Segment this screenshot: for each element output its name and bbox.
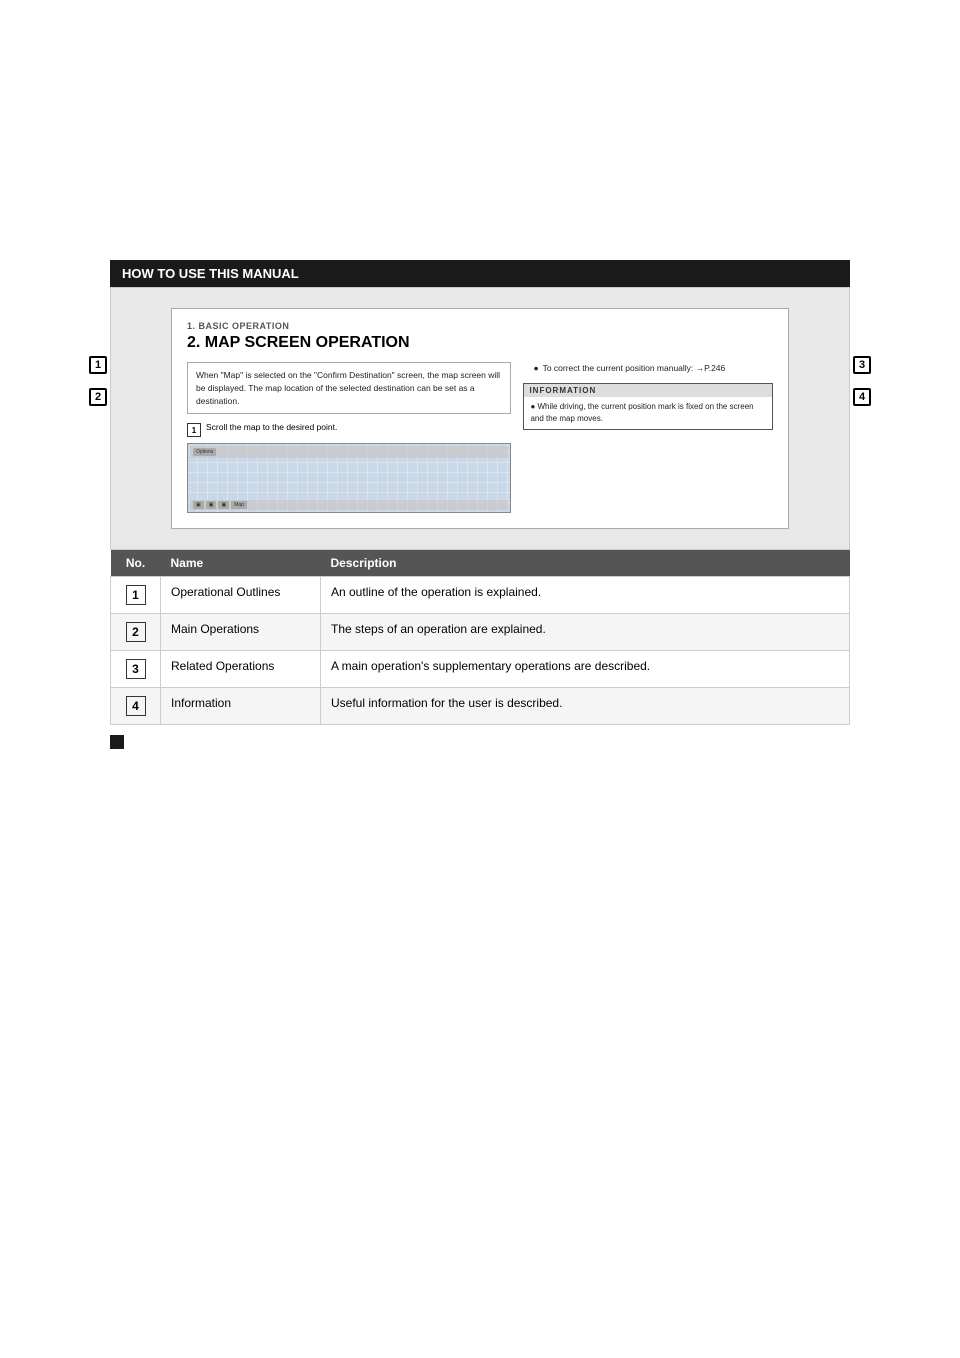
operational-outlines-box: When "Map" is selected on the "Confirm D… [187, 362, 511, 414]
diagram-container: 1 2 3 4 1. BAS [110, 287, 850, 550]
num-box: 3 [126, 659, 146, 679]
table-cell-no: 2 [111, 614, 161, 651]
table-cell-description: Useful information for the user is descr… [321, 688, 850, 725]
page-mockup: 1. BASIC OPERATION 2. MAP SCREEN OPERATI… [171, 308, 789, 529]
page-content-inner: When "Map" is selected on the "Confirm D… [187, 362, 773, 513]
table-cell-name: Operational Outlines [161, 577, 321, 614]
content-area: HOW TO USE THIS MANUAL 1 2 3 [110, 20, 850, 760]
num-box: 2 [126, 622, 146, 642]
page-wrapper: HOW TO USE THIS MANUAL 1 2 3 [0, 0, 960, 1358]
table-row: 4 InformationUseful information for the u… [111, 688, 850, 725]
table-cell-name: Information [161, 688, 321, 725]
right-col: ● To correct the current position manual… [523, 362, 773, 513]
table-row: 1 Operational OutlinesAn outline of the o… [111, 577, 850, 614]
table-cell-description: The steps of an operation are explained. [321, 614, 850, 651]
info-box-header: INFORMATION [524, 384, 772, 397]
table-cell-description: A main operation's supplementary operati… [321, 651, 850, 688]
left-col: When "Map" is selected on the "Confirm D… [187, 362, 511, 513]
description-table: No. Name Description 1 Operational Outlin… [110, 550, 850, 725]
mock-map-btn-1: ▣ [193, 501, 204, 509]
step-text: Scroll the map to the desired point. [206, 422, 337, 432]
table-cell-name: Related Operations [161, 651, 321, 688]
related-operations-box: ● To correct the current position manual… [523, 362, 773, 375]
table-cell-no: 1 [111, 577, 161, 614]
main-operation-step: 1 Scroll the map to the desired point. [187, 422, 511, 437]
num-box: 4 [126, 696, 146, 716]
section-header: HOW TO USE THIS MANUAL [110, 260, 850, 287]
callout-num-1: 1 [89, 356, 107, 374]
table-cell-no: 3 [111, 651, 161, 688]
table-col-name: Name [161, 550, 321, 577]
information-box: INFORMATION ● While driving, the current… [523, 383, 773, 430]
related-bullet-text: To correct the current position manually… [543, 362, 726, 375]
table-col-desc: Description [321, 550, 850, 577]
inner-section-label: 1. BASIC OPERATION [187, 321, 773, 331]
table-row: 3 Related OperationsA main operation's su… [111, 651, 850, 688]
mock-map: Options ▣ ▣ ▣ Map [187, 443, 511, 513]
mock-map-options-btn: Options [193, 448, 216, 456]
num-box: 1 [126, 585, 146, 605]
info-box-content: ● While driving, the current position ma… [524, 397, 772, 429]
callout-num-4: 4 [853, 388, 871, 406]
callout-num-3: 3 [853, 356, 871, 374]
callout-4: 4 [853, 388, 871, 406]
table-cell-description: An outline of the operation is explained… [321, 577, 850, 614]
table-cell-no: 4 [111, 688, 161, 725]
operational-outlines-text: When "Map" is selected on the "Confirm D… [196, 370, 500, 406]
mock-map-btn-2: ▣ [206, 501, 217, 509]
mock-map-btn-3: ▣ [218, 501, 229, 509]
mock-map-btn-4: Map [231, 501, 247, 509]
callout-1: 1 [89, 356, 107, 374]
step-number: 1 [187, 423, 201, 437]
table-row: 2 Main OperationsThe steps of an operatio… [111, 614, 850, 651]
mock-map-bottom-bar: ▣ ▣ ▣ Map [190, 500, 508, 510]
table-header-row: No. Name Description [111, 550, 850, 577]
related-bullet: ● To correct the current position manual… [533, 362, 773, 375]
table-body: 1 Operational OutlinesAn outline of the o… [111, 577, 850, 725]
section-header-label: HOW TO USE THIS MANUAL [122, 266, 299, 281]
callout-3: 3 [853, 356, 871, 374]
callout-2: 2 [89, 388, 107, 406]
inner-page-title: 2. MAP SCREEN OPERATION [187, 334, 773, 352]
callout-num-2: 2 [89, 388, 107, 406]
mock-map-toolbar: Options [190, 446, 508, 458]
section-marker [110, 735, 124, 749]
table-col-no: No. [111, 550, 161, 577]
table-cell-name: Main Operations [161, 614, 321, 651]
